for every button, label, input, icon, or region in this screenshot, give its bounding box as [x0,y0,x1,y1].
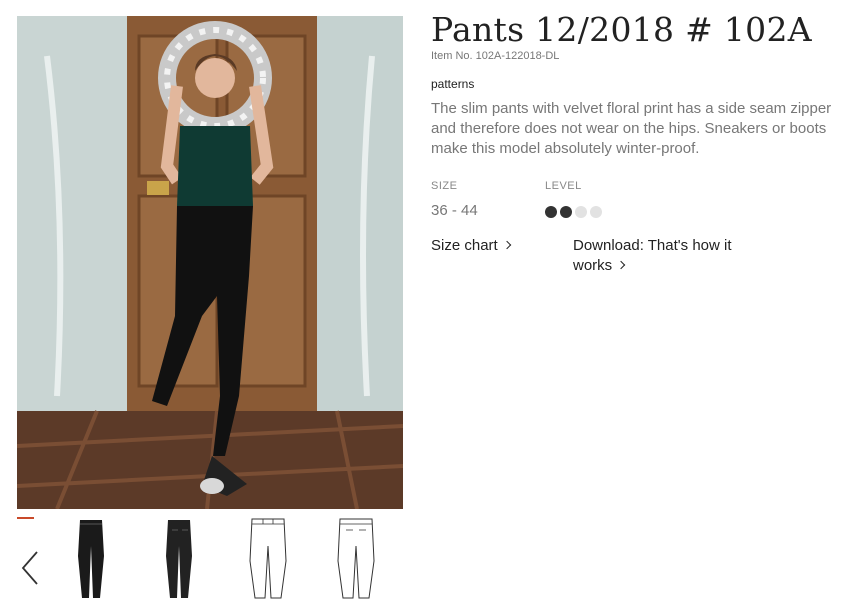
level-dot [575,206,587,218]
download-howto-link[interactable]: Download: That's how it works [573,236,773,276]
size-label: SIZE [431,180,458,192]
download-howto-label-line2: works [573,257,613,274]
thumbnail-front-view[interactable] [66,516,116,602]
thumbnail-back-view[interactable] [154,516,204,602]
product-description: The slim pants with velvet floral print … [431,100,832,157]
size-chart-link[interactable]: Size chart [431,236,511,256]
download-howto-label-line1: Download: That's how it [573,237,732,254]
size-value: 36 - 44 [431,202,478,219]
thumbnail-technical-drawing-front[interactable] [243,516,293,602]
item-number: Item No. 102A-122018-DL [431,50,560,62]
chevron-left-icon [21,551,38,585]
product-title: Pants 12/2018 # 102A [431,10,812,49]
active-thumbnail-indicator [17,517,34,519]
chevron-right-icon [502,240,511,250]
category-tag[interactable]: patterns [431,77,474,91]
level-label: LEVEL [545,180,582,192]
level-dot [560,206,572,218]
chevron-right-icon [616,260,626,270]
level-dot [545,206,557,218]
product-main-image[interactable] [17,16,403,509]
size-chart-label: Size chart [431,237,498,254]
level-dot [590,206,602,218]
thumbnails-prev-button[interactable] [19,548,43,588]
difficulty-level-indicator [545,206,602,218]
thumbnail-technical-drawing-back[interactable] [331,516,381,602]
